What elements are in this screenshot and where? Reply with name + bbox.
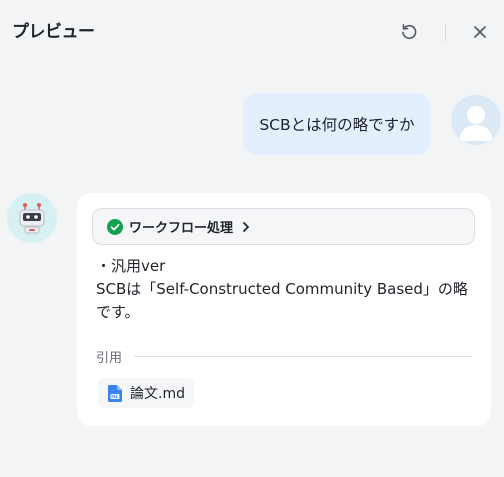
check-circle-icon (107, 218, 123, 235)
citation-file-chip[interactable]: 論文.md (98, 378, 194, 408)
chevron-right-icon (243, 221, 249, 232)
header-divider (445, 24, 446, 42)
message-line: です。 (96, 303, 140, 321)
robot-avatar-icon (7, 193, 57, 243)
refresh-icon (402, 24, 417, 39)
citation-file-name: 論文.md (130, 386, 185, 402)
refresh-button[interactable] (398, 21, 420, 43)
preview-header: プレビュー (0, 0, 504, 64)
bot-message-card: ワークフロー処理 ・汎用ver SCBは「Self-Constructed Co… (77, 193, 491, 426)
citation-header: 引用 (96, 347, 472, 366)
page-title: プレビュー (12, 22, 95, 42)
message-line: ・汎用ver (96, 257, 166, 275)
close-icon (474, 26, 486, 38)
user-avatar-icon (451, 95, 501, 145)
workflow-toggle[interactable]: ワークフロー処理 (92, 208, 475, 245)
message-line: SCBは「Self-Constructed Community Based」の略 (96, 280, 468, 298)
citation-divider (134, 355, 472, 357)
workflow-label: ワークフロー処理 (129, 221, 234, 236)
markdown-file-icon (108, 384, 122, 402)
close-button[interactable] (469, 21, 491, 43)
user-message-bubble: SCBとは何の略ですか (243, 93, 431, 155)
preview-panel: プレビュー SCBとは何の略ですか ワークフロー処理 ・汎用ver SCBは「S… (0, 0, 504, 477)
citation-label: 引用 (96, 350, 123, 366)
bot-message-text: ・汎用ver SCBは「Self-Constructed Community B… (96, 255, 480, 324)
